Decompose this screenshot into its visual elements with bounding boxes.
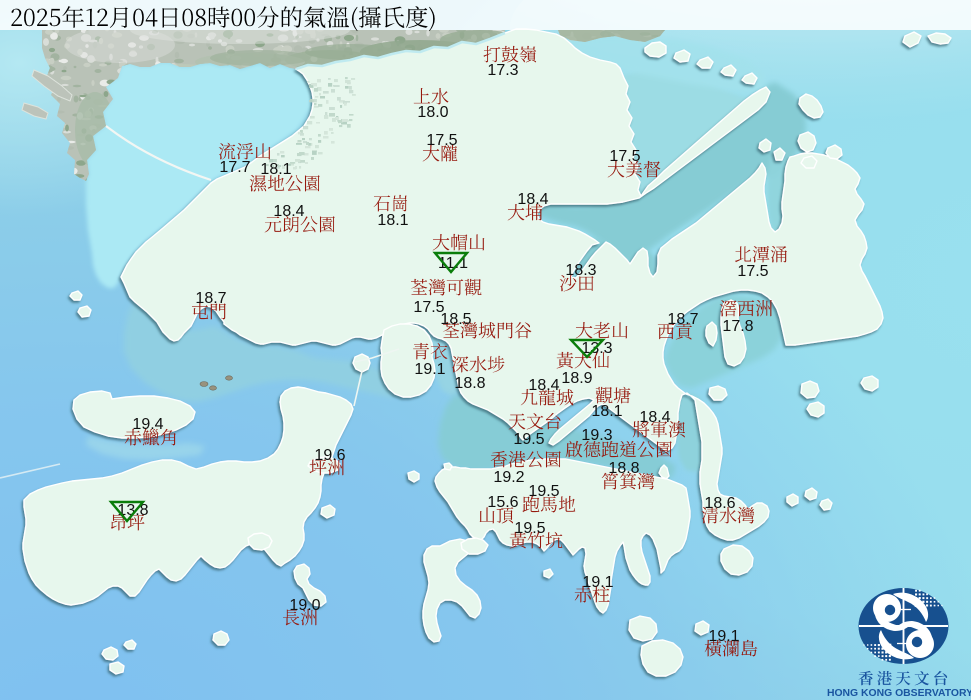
svg-text:19.6: 19.6 <box>314 447 345 464</box>
svg-text:18.4: 18.4 <box>517 191 548 208</box>
svg-text:18.1: 18.1 <box>591 403 622 420</box>
svg-text:19.1: 19.1 <box>582 574 613 591</box>
svg-text:18.3: 18.3 <box>565 262 596 279</box>
svg-text:17.5: 17.5 <box>609 148 640 165</box>
svg-text:HONG KONG OBSERVATORY: HONG KONG OBSERVATORY <box>827 688 971 699</box>
svg-text:17.5: 17.5 <box>426 132 457 149</box>
svg-text:18.8: 18.8 <box>454 375 485 392</box>
svg-text:18.1: 18.1 <box>260 161 291 178</box>
svg-text:17.8: 17.8 <box>722 318 753 335</box>
svg-text:17.3: 17.3 <box>487 62 518 79</box>
svg-text:18.4: 18.4 <box>639 409 670 426</box>
svg-text:18.4: 18.4 <box>273 203 304 220</box>
svg-text:18.5: 18.5 <box>440 311 471 328</box>
svg-text:18.8: 18.8 <box>608 460 639 477</box>
svg-text:19.5: 19.5 <box>514 520 545 537</box>
svg-text:15.6: 15.6 <box>487 494 518 511</box>
svg-text:19.5: 19.5 <box>513 431 544 448</box>
svg-text:18.0: 18.0 <box>417 104 448 121</box>
svg-text:19.1: 19.1 <box>414 361 445 378</box>
svg-text:19.4: 19.4 <box>132 416 163 433</box>
svg-text:19.2: 19.2 <box>493 469 524 486</box>
svg-text:17.7: 17.7 <box>219 159 250 176</box>
svg-text:19.0: 19.0 <box>289 597 320 614</box>
svg-text:18.9: 18.9 <box>561 370 592 387</box>
svg-text:19.1: 19.1 <box>708 628 739 645</box>
svg-text:18.7: 18.7 <box>195 290 226 307</box>
svg-text:19.3: 19.3 <box>581 427 612 444</box>
svg-text:18.1: 18.1 <box>377 212 408 229</box>
svg-text:17.5: 17.5 <box>737 263 768 280</box>
svg-text:19.5: 19.5 <box>528 483 559 500</box>
svg-text:18.4: 18.4 <box>528 377 559 394</box>
svg-text:18.7: 18.7 <box>667 311 698 328</box>
svg-text:18.6: 18.6 <box>704 495 735 512</box>
